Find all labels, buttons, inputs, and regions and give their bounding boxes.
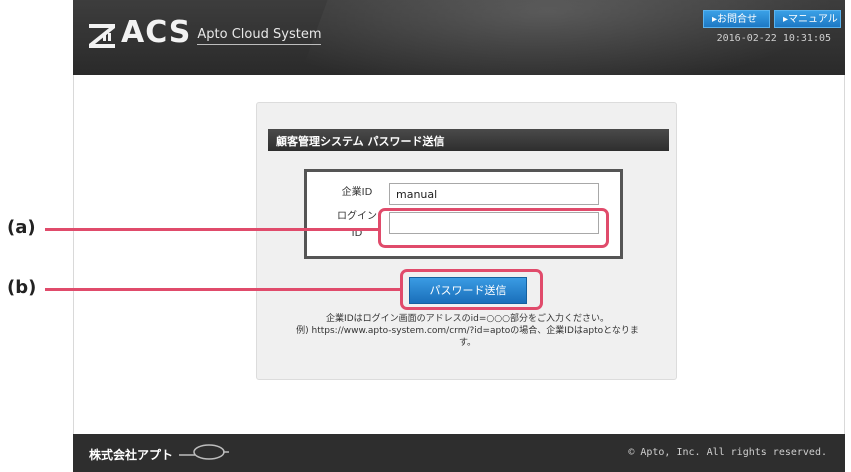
help-text: 企業IDはログイン画面のアドレスのid=○○○部分をご入力ください。 例) ht… xyxy=(267,313,668,349)
acs-logo-icon xyxy=(89,24,115,48)
callout-line-a xyxy=(45,228,379,231)
footer-copyright: © Apto, Inc. All rights reserved. xyxy=(628,447,827,458)
apto-footer-logo-icon xyxy=(179,444,229,460)
app-logo[interactable]: ACS Apto Cloud System xyxy=(89,15,322,50)
help-line-2: 例) https://www.apto-system.com/crm/?id=a… xyxy=(296,326,639,336)
login-id-label-line1: ログイン xyxy=(337,211,377,222)
timestamp: 2016-02-22 10:31:05 xyxy=(716,33,831,44)
form-box: 企業ID manual ログイン ID xyxy=(304,169,623,259)
login-id-input[interactable] xyxy=(389,212,599,234)
callout-label-b: (b) xyxy=(7,277,37,298)
footer: 株式会社アプト © Apto, Inc. All rights reserved… xyxy=(73,434,845,472)
help-line-1: 企業IDはログイン画面のアドレスのid=○○○部分をご入力ください。 xyxy=(326,314,609,324)
card-title-bar: 顧客管理システム パスワード送信 xyxy=(268,129,669,151)
help-line-3: す。 xyxy=(458,338,477,348)
logo-text: ACS xyxy=(121,15,192,50)
callout-line-b xyxy=(45,288,401,291)
company-id-input[interactable]: manual xyxy=(389,183,599,205)
callout-label-a: (a) xyxy=(7,217,36,238)
contact-button[interactable]: ▸お問合せ xyxy=(703,10,770,28)
footer-company: 株式会社アプト xyxy=(89,448,174,462)
send-password-button[interactable]: パスワード送信 xyxy=(409,277,527,304)
company-id-label: 企業ID xyxy=(341,187,373,198)
header: ACS Apto Cloud System ▸お問合せ ▸マニュアル 2016-… xyxy=(73,0,845,75)
card-title: 顧客管理システム パスワード送信 xyxy=(276,135,445,148)
password-reset-card: 顧客管理システム パスワード送信 企業ID manual ログイン ID パスワ… xyxy=(256,102,677,380)
manual-button[interactable]: ▸マニュアル xyxy=(774,10,841,28)
logo-subtitle: Apto Cloud System xyxy=(197,27,322,45)
